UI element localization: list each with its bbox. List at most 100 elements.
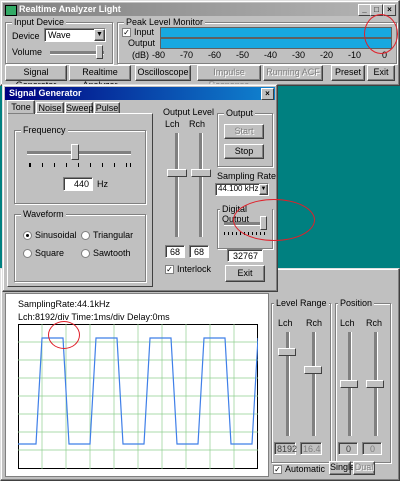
db-tick-label: -80	[152, 50, 166, 60]
signal-generator-window: Signal Generator × Tone Noise Sweep Puls…	[2, 84, 315, 292]
close-icon[interactable]: ×	[261, 88, 274, 100]
triangular-radio[interactable]	[81, 231, 90, 240]
signal-generator-title: Signal Generator	[9, 88, 82, 98]
input-device-label: Input Device	[12, 17, 67, 27]
output-lch-track	[175, 133, 179, 237]
oscilloscope-display: SamplingRate:44.1kHz Lch:8192/div Time:1…	[5, 293, 269, 477]
waveform-label: Waveform	[21, 209, 66, 219]
realtime-analyzer-button[interactable]: Realtime Analyzer	[69, 65, 131, 90]
level-rch-slider[interactable]	[304, 366, 322, 374]
main-window: Realtime Analyzer Light _ □ × Input Devi…	[0, 0, 400, 90]
oscilloscope-button[interactable]: Oscilloscope	[135, 65, 191, 81]
interlock-checkbox[interactable]: ✓	[165, 265, 174, 274]
level-range-label: Level Range	[274, 298, 329, 308]
highlight-circle	[48, 321, 80, 349]
level-rch-track	[312, 332, 316, 436]
db-tick-label: -30	[292, 50, 306, 60]
automatic-checkbox[interactable]: ✓	[273, 465, 282, 474]
device-label: Device	[12, 31, 40, 41]
output-level-bar	[160, 38, 392, 49]
level-range-group: Level Range Lch Rch 8192 16.4	[271, 298, 331, 463]
position-lch-label: Lch	[340, 318, 355, 328]
exit-button[interactable]: Exit	[367, 65, 395, 81]
single-button[interactable]: Single	[329, 461, 355, 475]
level-lch-value: 8192	[274, 442, 297, 455]
output-label: Output	[224, 108, 256, 118]
output-rch-value[interactable]: 68	[189, 245, 209, 258]
position-group: Position Lch Rch 0 0	[335, 298, 391, 463]
level-lch-label: Lch	[278, 318, 293, 328]
frequency-input[interactable]: 440	[63, 177, 93, 191]
oscilloscope-window: SamplingRate:44.1kHz Lch:8192/div Time:1…	[0, 268, 400, 481]
frequency-ticks	[29, 163, 131, 167]
automatic-label: Automatic	[285, 464, 326, 474]
square-radio[interactable]	[23, 249, 32, 258]
signal-generator-title-bar[interactable]: Signal Generator ×	[5, 87, 275, 100]
output-group: Output Start Stop	[217, 108, 273, 167]
start-button[interactable]: Start	[224, 124, 264, 139]
output-lch-label: Lch	[165, 119, 180, 129]
dual-button[interactable]: Dual	[353, 461, 375, 475]
position-rch-slider[interactable]	[366, 380, 384, 388]
chevron-down-icon[interactable]: ▼	[259, 184, 268, 195]
frequency-slider[interactable]	[71, 144, 79, 160]
frequency-group: Frequency 440 Hz	[14, 125, 146, 204]
peak-level-monitor-label: Peak Level Monitor	[124, 17, 206, 27]
sinusoidal-label: Sinusoidal	[35, 230, 77, 240]
output-meter-label: Output	[128, 38, 156, 48]
interlock-label: Interlock	[177, 264, 212, 274]
position-label: Position	[338, 298, 375, 308]
sampling-rate-select[interactable]: 44.100 kHz ▼	[215, 183, 269, 196]
tab-tone[interactable]: Tone	[7, 100, 35, 114]
main-title: Realtime Analyzer Light	[19, 4, 121, 14]
output-lch-value[interactable]: 68	[165, 245, 185, 258]
db-scale: -80 -70 -60 -50 -40 -30 -20 -10 0	[146, 50, 400, 60]
running-acf-button[interactable]: Running ACF	[263, 65, 323, 81]
level-lch-slider[interactable]	[278, 348, 296, 356]
output-lch-slider[interactable]	[167, 169, 187, 177]
signal-generator-exit-button[interactable]: Exit	[225, 265, 265, 282]
output-rch-track	[199, 133, 203, 237]
sawtooth-label: Sawtooth	[93, 248, 131, 258]
output-rch-slider[interactable]	[191, 169, 211, 177]
input-level-bar	[160, 27, 392, 38]
frequency-track	[27, 151, 131, 155]
db-tick-label: -60	[208, 50, 222, 60]
db-tick-label: -70	[180, 50, 194, 60]
highlight-circle	[364, 14, 398, 54]
volume-label: Volume	[12, 47, 43, 57]
square-label: Square	[35, 248, 65, 258]
volume-slider[interactable]	[96, 45, 103, 59]
impulse-response-button[interactable]: Impulse Response	[197, 65, 261, 90]
input-meter-label: Input	[134, 27, 155, 37]
db-tick-label: -50	[236, 50, 250, 60]
device-value: Wave	[48, 30, 71, 40]
tab-panel: Frequency 440 Hz Waveform Sinusoidal Tri…	[7, 113, 153, 287]
digital-output-value[interactable]: 32767	[227, 249, 263, 262]
stop-button[interactable]: Stop	[224, 144, 264, 159]
position-lch-value: 0	[338, 442, 358, 455]
level-rch-label: Rch	[306, 318, 323, 328]
preset-button[interactable]: Preset	[331, 65, 365, 81]
position-rch-value: 0	[362, 442, 382, 455]
db-tick-label: -40	[264, 50, 278, 60]
input-device-group: Input Device Device Wave ▼ Volume	[5, 17, 113, 64]
db-tick-label: -20	[320, 50, 334, 60]
position-rch-label: Rch	[366, 318, 383, 328]
triangular-label: Triangular	[93, 230, 134, 240]
output-level-label: Output Level	[163, 107, 215, 117]
waveform-group: Waveform Sinusoidal Triangular Square Sa…	[14, 209, 146, 282]
chevron-down-icon[interactable]: ▼	[94, 29, 105, 41]
input-checkbox[interactable]: ✓	[122, 28, 131, 37]
db-tick-label: -10	[348, 50, 362, 60]
output-rch-label: Rch	[189, 119, 206, 129]
sawtooth-radio[interactable]	[81, 249, 90, 258]
signal-generator-button[interactable]: Signal Generator	[5, 65, 67, 90]
sampling-rate-label: Sampling Rate	[217, 171, 277, 181]
sinusoidal-radio[interactable]	[23, 231, 32, 240]
scope-info-line-2: Lch:8192/div Time:1ms/div Delay:0ms	[18, 312, 170, 322]
main-title-bar[interactable]: Realtime Analyzer Light _ □ ×	[3, 3, 397, 16]
frequency-label: Frequency	[21, 125, 68, 135]
device-select[interactable]: Wave ▼	[44, 28, 106, 42]
position-lch-slider[interactable]	[340, 380, 358, 388]
